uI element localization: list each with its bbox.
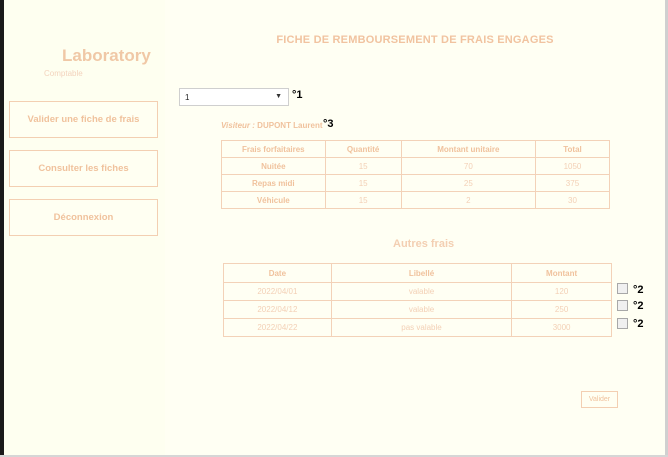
marker-row-check: °2: [633, 318, 644, 330]
autres-frais-title: Autres frais: [393, 238, 455, 250]
table-cell: 70: [400, 157, 536, 175]
marker-row-check: °2: [633, 300, 644, 312]
main-panel: [165, 0, 665, 455]
table-cell: pas valable: [330, 318, 513, 337]
table-cell: Véhicule: [221, 191, 326, 209]
table-row: 2022/04/01 valable 120: [223, 282, 612, 301]
table-cell: 15: [324, 157, 402, 175]
table-cell: 1050: [534, 157, 611, 175]
marker-row-check: °2: [633, 284, 644, 296]
column-header: Quantité: [324, 140, 402, 158]
table-cell: 30: [534, 191, 611, 209]
table-cell: 25: [400, 174, 536, 192]
table-cell: 250: [511, 300, 612, 319]
table-row: Repas midi 15 25 375: [221, 174, 611, 192]
brand-title: Laboratory: [62, 46, 151, 65]
table-cell: 2: [400, 191, 536, 209]
table-row: 2022/04/22 pas valable 3000: [223, 318, 612, 337]
visitor-info: Visiteur : DUPONT Laurent: [221, 121, 323, 130]
marker-visitor: °3: [323, 118, 334, 130]
table-cell: 120: [511, 282, 612, 301]
column-header: Date: [223, 263, 332, 283]
table-cell: valable: [330, 300, 513, 319]
column-header: Montant: [511, 263, 612, 283]
deconnexion-button[interactable]: Déconnexion: [9, 199, 158, 236]
column-header: Total: [534, 140, 611, 158]
page-title: FICHE DE REMBOURSEMENT DE FRAIS ENGAGES: [276, 34, 554, 46]
table-cell: 2022/04/01: [223, 282, 332, 301]
column-header: Montant unitaire: [400, 140, 536, 158]
table-row: Véhicule 15 2 30: [221, 191, 611, 209]
valider-button[interactable]: Valider: [581, 391, 618, 408]
consulter-fiches-button[interactable]: Consulter les fiches: [9, 150, 158, 187]
valider-fiche-button[interactable]: Valider une fiche de frais: [9, 101, 158, 138]
marker-select: °1: [292, 89, 303, 101]
table-cell: 3000: [511, 318, 612, 337]
row-checkbox[interactable]: [617, 300, 628, 311]
frais-forfaitaires-table: Frais forfaitaires Quantité Montant unit…: [221, 140, 611, 209]
chevron-down-icon: ▼: [275, 93, 282, 100]
table-header-row: Date Libellé Montant: [223, 263, 612, 283]
column-header: Libellé: [330, 263, 513, 283]
row-checkbox[interactable]: [617, 283, 628, 294]
table-cell: 15: [324, 174, 402, 192]
fiche-select[interactable]: 1 ▼: [179, 88, 289, 106]
brand-subtitle: Comptable: [44, 69, 83, 78]
visitor-name: DUPONT Laurent: [257, 121, 323, 130]
autres-frais-table: Date Libellé Montant 2022/04/01 valable …: [223, 263, 612, 337]
table-cell: 375: [534, 174, 611, 192]
column-header: Frais forfaitaires: [221, 140, 326, 158]
sidebar: Laboratory Comptable Valider une fiche d…: [4, 0, 165, 455]
row-checkbox[interactable]: [617, 318, 628, 329]
visitor-label: Visiteur :: [221, 121, 255, 130]
fiche-select-value: 1: [185, 93, 190, 102]
table-cell: valable: [330, 282, 513, 301]
table-cell: 15: [324, 191, 402, 209]
table-row: 2022/04/12 valable 250: [223, 300, 612, 319]
table-cell: 2022/04/22: [223, 318, 332, 337]
table-cell: 2022/04/12: [223, 300, 332, 319]
table-cell: Repas midi: [221, 174, 326, 192]
table-cell: Nuitée: [221, 157, 326, 175]
table-header-row: Frais forfaitaires Quantité Montant unit…: [221, 140, 611, 158]
table-row: Nuitée 15 70 1050: [221, 157, 611, 175]
